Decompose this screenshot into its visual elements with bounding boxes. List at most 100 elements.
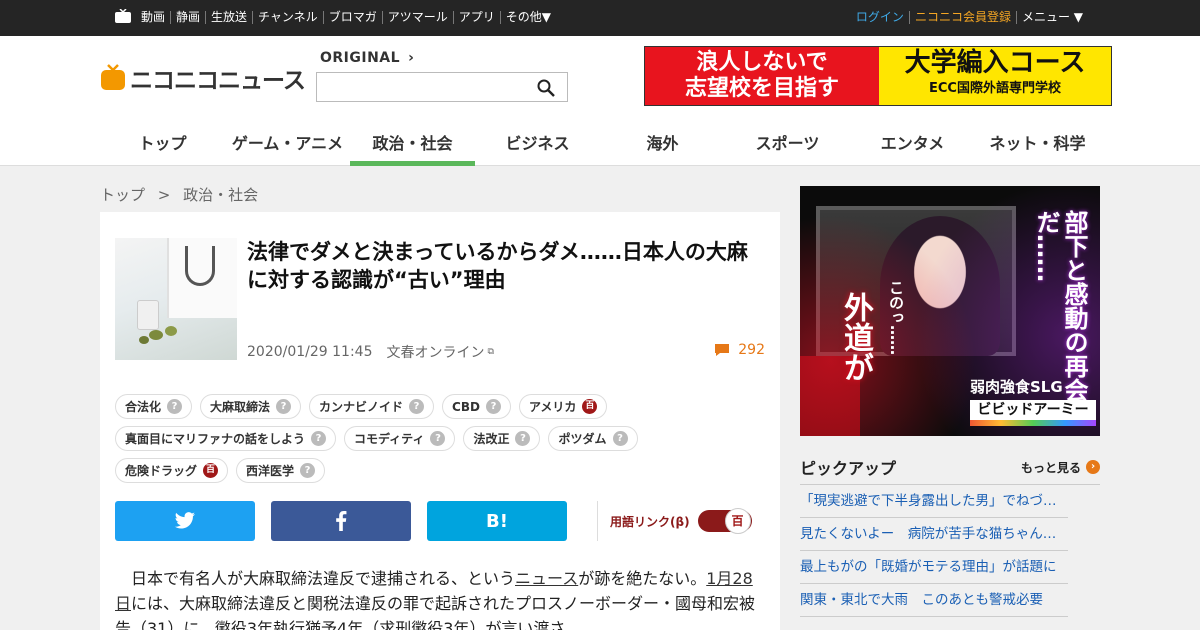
question-icon: ?: [300, 463, 316, 478]
dictionary-icon: 百: [582, 399, 598, 414]
tag-item[interactable]: アメリカ百: [518, 394, 608, 419]
category-sports[interactable]: スポーツ: [725, 120, 850, 166]
tag-item[interactable]: ポツダム?: [548, 426, 638, 451]
pickup-header: ピックアップ もっと見る ›: [800, 456, 1100, 478]
dictionary-icon: 百: [203, 463, 219, 478]
breadcrumb-home[interactable]: トップ: [100, 186, 145, 204]
breadcrumb-current[interactable]: 政治・社会: [183, 186, 258, 204]
term-link-toggle[interactable]: 百: [697, 508, 752, 534]
ad-vertical-text-small: このっ……: [887, 280, 905, 355]
tag-item[interactable]: 合法化?: [115, 394, 193, 419]
pickup-item[interactable]: 「現実逃避で下半身露出した男」でねづ…: [800, 485, 1068, 518]
cannabis-bud-graphic: [149, 330, 163, 340]
logo-text: ニコニコニュース: [130, 68, 306, 94]
facebook-f-icon: [336, 511, 347, 531]
pickup-list: 「現実逃避で下半身露出した男」でねづ… 見たくないよー 病院が苦手な猫ちゃん… …: [800, 484, 1100, 617]
question-icon: ?: [276, 399, 292, 414]
twitter-share-button[interactable]: [115, 501, 255, 541]
article-body: 日本で有名人が大麻取締法違反で逮捕される、というニュースが跡を絶たない。1月28…: [115, 566, 765, 630]
term-link-toggle-group: 用語リンク(β) 百: [610, 508, 752, 534]
category-business[interactable]: ビジネス: [475, 120, 600, 166]
nav-others[interactable]: その他▼: [499, 11, 556, 24]
question-icon: ?: [167, 399, 183, 414]
tag-item[interactable]: コモディティ?: [344, 426, 456, 451]
nav-seiga[interactable]: 静画: [170, 11, 205, 24]
tag-label: CBD: [452, 399, 480, 414]
global-nav-bar: 動画 静画 生放送 チャンネル ブロマガ アツマール アプリ その他▼ ログイン…: [0, 0, 1200, 36]
nav-blomaga[interactable]: ブロマガ: [322, 11, 382, 24]
term-link[interactable]: ニュース: [515, 569, 578, 588]
article-title: 法律でダメと決まっているからダメ……日本人の大麻に対する認識が“古い”理由: [247, 240, 748, 292]
ad-banner-ecc[interactable]: 浪人しないで 志望校を目指す 大学編入コース ECC国際外語専門学校: [644, 46, 1112, 106]
dictionary-icon: 百: [724, 508, 751, 534]
tag-label: コモディティ: [354, 432, 425, 446]
nav-live[interactable]: 生放送: [205, 11, 252, 24]
body-text: が跡を絶たない。: [578, 569, 707, 588]
breadcrumb: トップ > 政治・社会: [100, 184, 258, 205]
tag-label: 真面目にマリファナの話をしよう: [125, 432, 306, 446]
tag-label: 西洋医学: [246, 464, 295, 478]
original-link[interactable]: ORIGINAL ›: [320, 50, 414, 66]
tag-row: 合法化? 大麻取締法? カンナビノイド? CBD? アメリカ百: [115, 394, 765, 419]
tag-label: 法改正: [473, 432, 510, 446]
tag-label: 危険ドラッグ: [125, 464, 198, 478]
article-paragraph: 日本で有名人が大麻取締法違反で逮捕される、というニュースが跡を絶たない。1月28…: [115, 566, 765, 630]
tag-item[interactable]: 大麻取締法?: [200, 394, 302, 419]
banner-right-line1: 大学編入コース: [904, 48, 1086, 78]
niconico-tv-icon[interactable]: [114, 9, 132, 24]
twitter-bird-icon: [174, 512, 195, 529]
question-icon: ?: [485, 399, 501, 414]
sidebar-ad-vivid-army[interactable]: 部下と感動の再会だ…… このっ…… 外道が 弱肉強食SLG ビビッドアーミー: [800, 186, 1100, 436]
share-bar: B! 用語リンク(β) 百: [115, 501, 752, 541]
banner-right: 大学編入コース ECC国際外語専門学校: [879, 47, 1111, 105]
category-net-science[interactable]: ネット・科学: [975, 120, 1100, 166]
cannabis-bud-graphic: [165, 326, 177, 336]
banner-left-line1: 浪人しないで: [696, 50, 828, 75]
article-source[interactable]: 文春オンライン: [387, 342, 485, 362]
article-datetime: 2020/01/29 11:45: [247, 344, 373, 360]
question-icon: ?: [409, 399, 425, 414]
site-header: ニコニコニュース ORIGINAL › 浪人しないで 志望校を目指す 大学編入コー…: [0, 36, 1200, 166]
nav-video[interactable]: 動画: [141, 11, 170, 24]
search-box: [316, 72, 568, 102]
pickup-item[interactable]: 見たくないよー 病院が苦手な猫ちゃん…: [800, 518, 1068, 551]
bottle-graphic: [137, 300, 159, 330]
category-game-anime[interactable]: ゲーム・アニメ: [225, 120, 350, 166]
category-entertainment[interactable]: エンタメ: [850, 120, 975, 166]
service-links: 動画 静画 生放送 チャンネル ブロマガ アツマール アプリ その他▼: [141, 11, 556, 24]
tag-item[interactable]: 法改正?: [463, 426, 541, 451]
search-input[interactable]: [317, 73, 527, 101]
nav-app[interactable]: アプリ: [452, 11, 500, 24]
question-icon: ?: [612, 431, 628, 446]
banner-left: 浪人しないで 志望校を目指す: [645, 47, 879, 105]
category-top[interactable]: トップ: [100, 120, 225, 166]
comment-count-link[interactable]: 292: [714, 342, 765, 358]
search-icon[interactable]: [537, 79, 555, 97]
tag-item[interactable]: カンナビノイド?: [309, 394, 435, 419]
logo-tv-icon: [101, 64, 125, 90]
tag-item[interactable]: 真面目にマリファナの話をしよう?: [115, 426, 337, 451]
site-logo[interactable]: ニコニコニュース: [100, 62, 306, 94]
breadcrumb-separator: >: [157, 186, 171, 204]
article-card: 法律でダメと決まっているからダメ……日本人の大麻に対する認識が“古い”理由 20…: [100, 212, 780, 630]
hatena-bookmark-button[interactable]: B!: [427, 501, 567, 541]
external-link-icon: ⧉: [487, 347, 494, 357]
menu-dropdown[interactable]: メニュー ▼: [1015, 11, 1088, 24]
login-link[interactable]: ログイン: [851, 11, 909, 24]
pickup-item[interactable]: 関東・東北で大雨 このあとも警戒必要: [800, 584, 1068, 617]
original-label: ORIGINAL: [320, 50, 401, 66]
nav-atsumaru[interactable]: アツマール: [381, 11, 453, 24]
nav-channel[interactable]: チャンネル: [252, 11, 323, 24]
pickup-item[interactable]: 最上もがの「既婚がモテる理由」が話題に: [800, 551, 1068, 584]
category-politics-society[interactable]: 政治・社会: [350, 120, 475, 166]
pickup-title: ピックアップ: [800, 459, 897, 478]
pickup-more-link[interactable]: もっと見る ›: [1021, 459, 1100, 476]
tag-label: 大麻取締法: [210, 400, 271, 414]
register-link[interactable]: ニコニコ会員登録: [908, 11, 1016, 24]
tag-item[interactable]: 西洋医学?: [236, 458, 326, 483]
banner-left-line2: 志望校を目指す: [684, 76, 839, 101]
facebook-share-button[interactable]: [271, 501, 411, 541]
tag-item[interactable]: 危険ドラッグ百: [115, 458, 229, 483]
tag-item[interactable]: CBD?: [442, 394, 511, 419]
category-overseas[interactable]: 海外: [600, 120, 725, 166]
